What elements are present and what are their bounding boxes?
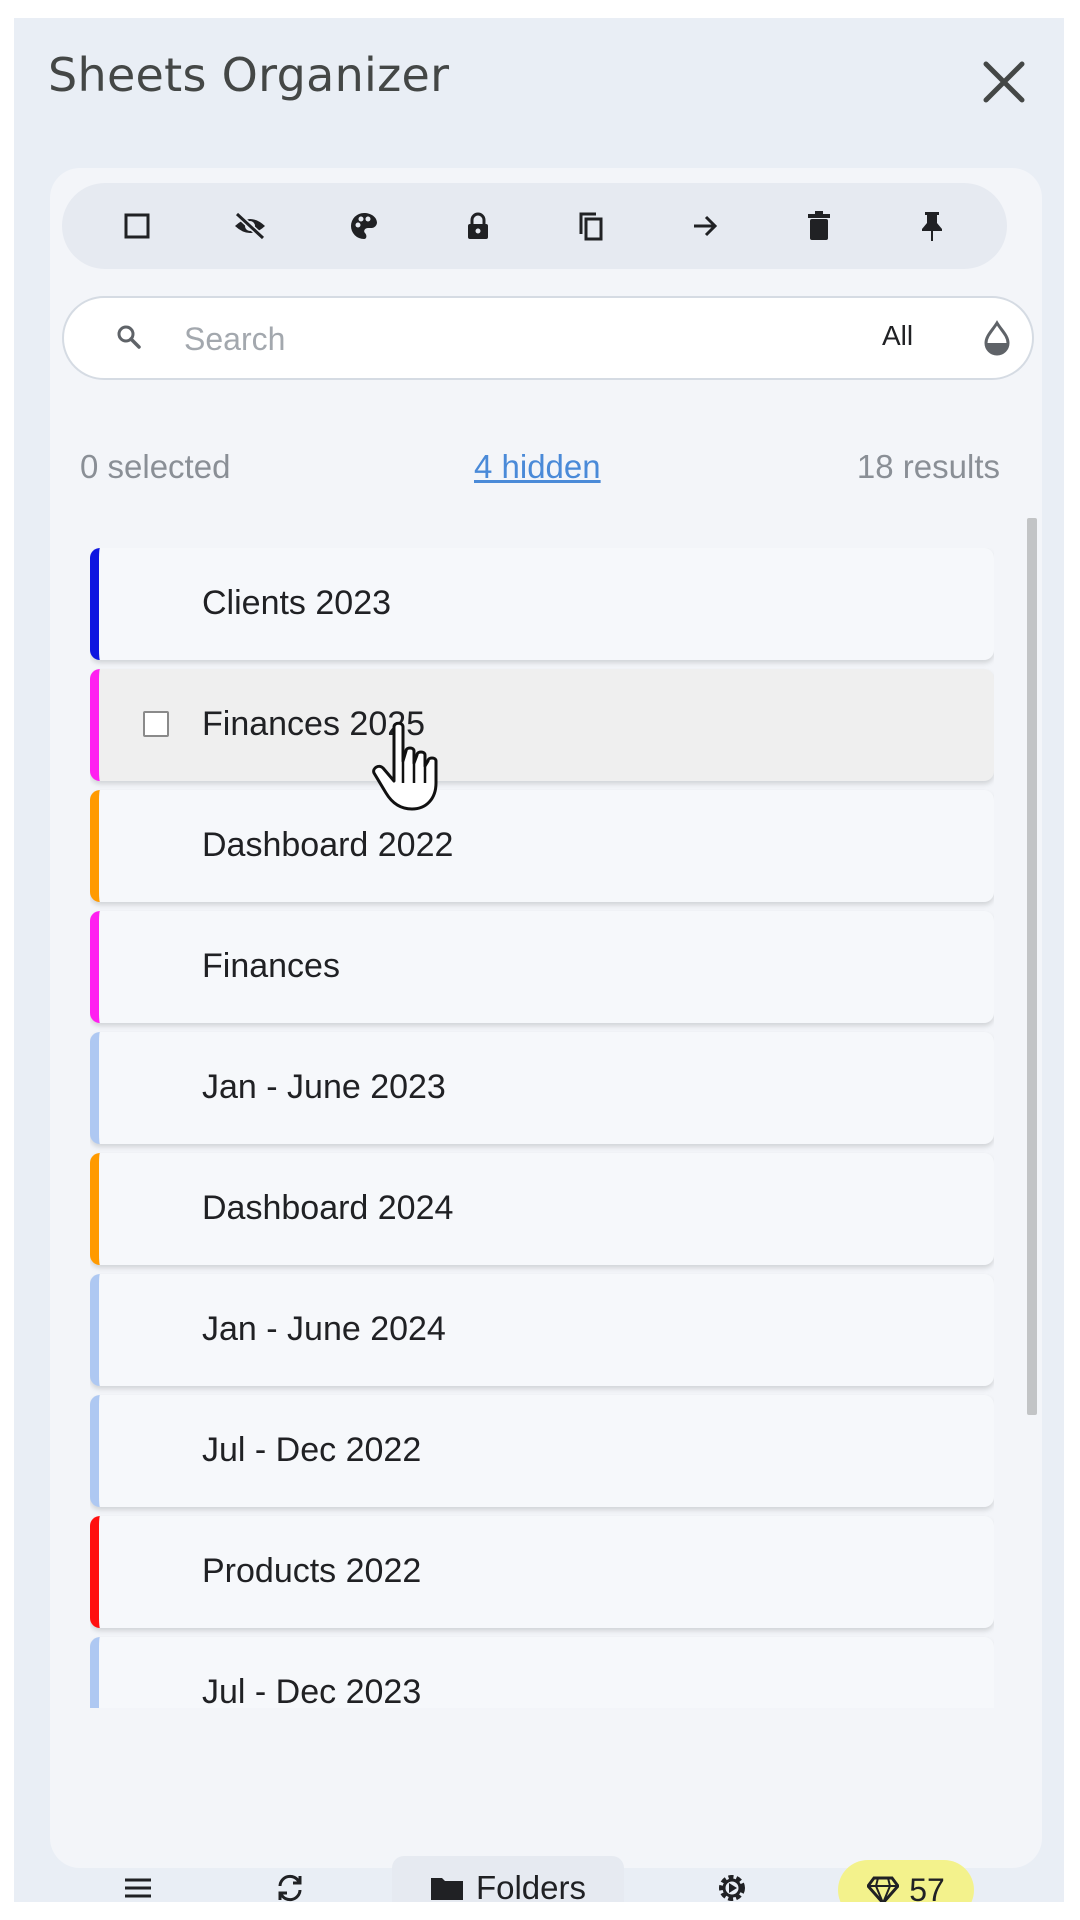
scrollbar[interactable]	[1027, 518, 1037, 1415]
color-button[interactable]	[335, 197, 393, 255]
gear-icon	[719, 1875, 745, 1901]
move-button[interactable]	[676, 197, 734, 255]
filter-dropdown[interactable]: All	[882, 320, 913, 352]
credits-count: 57	[909, 1871, 945, 1903]
lock-button[interactable]	[449, 197, 507, 255]
sheet-row[interactable]: Products 2022	[90, 1516, 994, 1628]
sheet-row[interactable]: Jan - June 2024	[90, 1274, 994, 1386]
refresh-icon	[278, 1874, 302, 1902]
checkbox-icon	[124, 213, 150, 239]
sheet-row[interactable]: Jan - June 2023	[90, 1032, 994, 1144]
sheet-label: Jan - June 2024	[202, 1310, 446, 1348]
app-title: Sheets Organizer	[48, 48, 450, 102]
sheet-label: Products 2022	[202, 1552, 422, 1590]
sheet-row[interactable]: Dashboard 2022	[90, 790, 994, 902]
settings-button[interactable]	[704, 1856, 760, 1902]
sheet-row[interactable]: Dashboard 2024	[90, 1153, 994, 1265]
hide-button[interactable]	[221, 197, 279, 255]
sheet-row[interactable]: Jul - Dec 2023	[90, 1637, 994, 1708]
sheet-label: Jul - Dec 2023	[202, 1673, 422, 1708]
hidden-sheets-link[interactable]: 4 hidden	[474, 448, 601, 486]
hide-icon	[235, 211, 266, 241]
sheet-row[interactable]: Jul - Dec 2022	[90, 1395, 994, 1507]
trash-icon	[807, 211, 830, 240]
diamond-icon	[867, 1876, 900, 1902]
sheet-row[interactable]: Finances 2025	[90, 669, 994, 781]
results-count: 18 results	[856, 448, 1000, 485]
search-icon	[117, 325, 141, 349]
sheets-organizer-panel: Sheets Organizer Search All 0 selected 4…	[14, 18, 1064, 1902]
lock-icon	[467, 212, 488, 239]
close-icon	[983, 61, 1025, 103]
sheet-label: Dashboard 2024	[202, 1189, 454, 1227]
sheet-row[interactable]: Finances	[90, 911, 994, 1023]
search-input[interactable]	[182, 312, 706, 366]
sheet-row[interactable]: Clients 2023	[90, 548, 994, 660]
sheet-label: Jan - June 2023	[202, 1068, 446, 1106]
selected-count: 0 selected	[80, 448, 231, 485]
pin-icon	[922, 212, 943, 241]
select-all-button[interactable]	[108, 197, 166, 255]
palette-icon	[351, 213, 378, 239]
folders-tab-label: Folders	[475, 1869, 587, 1902]
close-button[interactable]	[970, 48, 1038, 116]
sheet-label: Finances 2025	[202, 705, 426, 743]
sheet-checkbox[interactable]	[143, 711, 169, 737]
sheet-label: Dashboard 2022	[202, 826, 454, 864]
menu-button[interactable]	[110, 1856, 166, 1902]
sheet-label: Clients 2023	[202, 584, 392, 622]
folder-icon	[430, 1878, 463, 1900]
folders-tab[interactable]: Folders	[392, 1856, 624, 1902]
delete-button[interactable]	[790, 197, 848, 255]
sheet-label: Finances	[202, 947, 340, 985]
bottom-nav: Folders 57	[50, 1856, 1042, 1902]
copy-icon	[579, 212, 603, 241]
credits-badge[interactable]: 57	[838, 1860, 974, 1902]
sheet-label: Jul - Dec 2022	[202, 1431, 422, 1469]
menu-icon	[125, 1878, 151, 1898]
refresh-button[interactable]	[262, 1856, 318, 1902]
color-filter-icon[interactable]	[982, 320, 1012, 356]
toolbar	[62, 183, 1007, 269]
pin-button[interactable]	[903, 197, 961, 255]
arrow-right-icon	[693, 215, 718, 237]
sheet-list: Clients 2023 Finances 2025 Dashboard 2022 F…	[90, 548, 994, 1708]
copy-button[interactable]	[562, 197, 620, 255]
search-bar: All	[62, 296, 1034, 380]
